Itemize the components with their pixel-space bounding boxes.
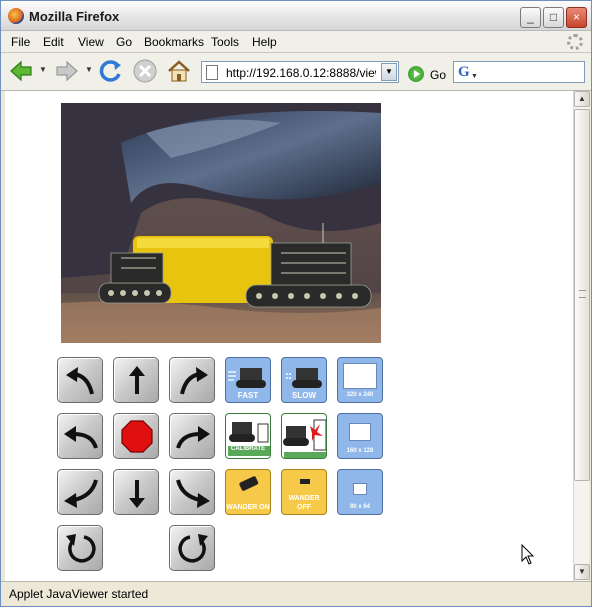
turn-back-left-button[interactable] bbox=[57, 469, 103, 515]
menu-bar: File Edit View Go Bookmarks Tools Help bbox=[1, 31, 591, 53]
menu-help[interactable]: Help bbox=[252, 35, 277, 49]
search-engine-dropdown-icon[interactable]: ▼ bbox=[471, 73, 478, 80]
home-icon bbox=[168, 60, 190, 82]
page-icon bbox=[206, 65, 218, 80]
address-bar[interactable]: http://192.168.0.12:8888/view ▼ bbox=[201, 61, 399, 83]
scroll-grip-icon bbox=[579, 290, 586, 298]
stop-button[interactable] bbox=[131, 57, 159, 85]
arrow-curve-down-right-icon bbox=[176, 479, 210, 508]
forward-button[interactable] bbox=[53, 57, 81, 85]
scroll-down-button[interactable]: ▼ bbox=[574, 564, 590, 580]
forward-history-dropdown[interactable]: ▼ bbox=[85, 66, 93, 74]
rotate-ccw-icon bbox=[66, 534, 96, 563]
throbber-icon bbox=[567, 34, 583, 50]
fast-mode-button[interactable]: FAST bbox=[225, 357, 271, 403]
url-history-dropdown[interactable]: ▼ bbox=[381, 63, 397, 81]
menu-view[interactable]: View bbox=[78, 35, 104, 49]
collision-mode-button[interactable] bbox=[281, 413, 327, 459]
wander-off-label: WANDER OFF bbox=[288, 495, 320, 511]
wander-off-button[interactable]: WANDER OFF bbox=[281, 469, 327, 515]
arrow-curve-up-right-icon bbox=[180, 367, 208, 395]
camera-view bbox=[61, 103, 381, 343]
back-history-dropdown[interactable]: ▼ bbox=[39, 66, 47, 74]
slow-label: SLOW bbox=[292, 391, 316, 400]
calibrate-button[interactable]: CALIBRATE bbox=[225, 413, 271, 459]
url-input[interactable]: http://192.168.0.12:8888/view bbox=[226, 66, 376, 80]
stop-icon bbox=[133, 59, 157, 83]
arrow-curve-left-icon bbox=[64, 426, 98, 449]
rotate-ccw-button[interactable] bbox=[57, 525, 103, 571]
forward-button[interactable] bbox=[113, 357, 159, 403]
resolution-160-button[interactable]: 160 x 128 bbox=[337, 413, 383, 459]
resolution-small-icon bbox=[353, 483, 367, 495]
navigation-toolbar: ▼ ▼ http://192.168.0.12:8888/view ▼ Go G… bbox=[1, 53, 591, 91]
minimize-button[interactable]: _ bbox=[520, 7, 541, 28]
menu-tools[interactable]: Tools bbox=[211, 35, 239, 49]
vertical-scrollbar[interactable]: ▲ ▼ bbox=[573, 91, 590, 581]
robot-collision-icon bbox=[283, 419, 326, 458]
resolution-80-button[interactable]: 80 x 64 bbox=[337, 469, 383, 515]
go-button[interactable]: Go bbox=[430, 68, 446, 82]
turn-forward-left-button[interactable] bbox=[57, 357, 103, 403]
menu-bookmarks[interactable]: Bookmarks bbox=[144, 35, 204, 49]
arrow-curve-down-left-icon bbox=[64, 479, 98, 508]
menu-go[interactable]: Go bbox=[116, 35, 132, 49]
stop-motion-button[interactable] bbox=[113, 413, 159, 459]
close-button[interactable]: × bbox=[566, 7, 587, 28]
window-title: Mozilla Firefox bbox=[29, 9, 120, 24]
backward-button[interactable] bbox=[113, 469, 159, 515]
search-box[interactable]: G ▼ bbox=[453, 61, 585, 83]
resolution-320-label: 320 x 240 bbox=[346, 392, 374, 398]
resolution-medium-icon bbox=[349, 423, 371, 441]
mouse-cursor-icon bbox=[521, 544, 535, 565]
scroll-thumb[interactable] bbox=[574, 109, 590, 481]
arrow-up-icon bbox=[129, 366, 145, 394]
browser-window: Mozilla Firefox _ □ × File Edit View Go … bbox=[0, 0, 592, 607]
page-content: FAST SLOW 320 x 240 CALIBRATE 160 x 128 … bbox=[5, 91, 573, 581]
go-icon[interactable] bbox=[408, 66, 424, 82]
resolution-160-label: 160 x 128 bbox=[346, 448, 374, 454]
status-bar: Applet JavaViewer started bbox=[1, 581, 591, 606]
resolution-large-icon bbox=[343, 363, 377, 389]
title-bar: Mozilla Firefox _ □ × bbox=[1, 1, 591, 31]
forward-arrow-icon bbox=[56, 60, 78, 82]
rotate-cw-button[interactable] bbox=[169, 525, 215, 571]
menu-edit[interactable]: Edit bbox=[43, 35, 64, 49]
menu-file[interactable]: File bbox=[11, 35, 30, 49]
google-search-icon[interactable]: G bbox=[458, 64, 470, 81]
reload-button[interactable] bbox=[97, 57, 125, 85]
slow-mode-button[interactable]: SLOW bbox=[281, 357, 327, 403]
arrow-curve-up-left-icon bbox=[66, 367, 94, 395]
arrow-curve-right-icon bbox=[176, 426, 210, 449]
turn-forward-right-button[interactable] bbox=[169, 357, 215, 403]
scroll-up-button[interactable]: ▲ bbox=[574, 91, 590, 107]
arrow-down-icon bbox=[129, 480, 145, 508]
resolution-320-button[interactable]: 320 x 240 bbox=[337, 357, 383, 403]
maximize-button[interactable]: □ bbox=[543, 7, 564, 28]
stop-octagon-icon bbox=[121, 420, 153, 453]
spin-left-button[interactable] bbox=[57, 413, 103, 459]
calibrate-label: CALIBRATE bbox=[230, 446, 266, 452]
reload-icon bbox=[99, 60, 121, 82]
rotate-cw-icon bbox=[178, 534, 208, 563]
camera-image bbox=[61, 103, 381, 343]
wander-on-button[interactable]: WANDER ON bbox=[225, 469, 271, 515]
home-button[interactable] bbox=[165, 57, 193, 85]
wander-on-label: WANDER ON bbox=[226, 504, 270, 511]
status-text: Applet JavaViewer started bbox=[9, 587, 149, 601]
turn-back-right-button[interactable] bbox=[169, 469, 215, 515]
fast-label: FAST bbox=[237, 391, 259, 400]
firefox-logo-icon bbox=[8, 8, 24, 24]
spin-right-button[interactable] bbox=[169, 413, 215, 459]
back-button[interactable] bbox=[7, 57, 35, 85]
resolution-80-label: 80 x 64 bbox=[349, 504, 371, 510]
back-arrow-icon bbox=[10, 60, 32, 82]
